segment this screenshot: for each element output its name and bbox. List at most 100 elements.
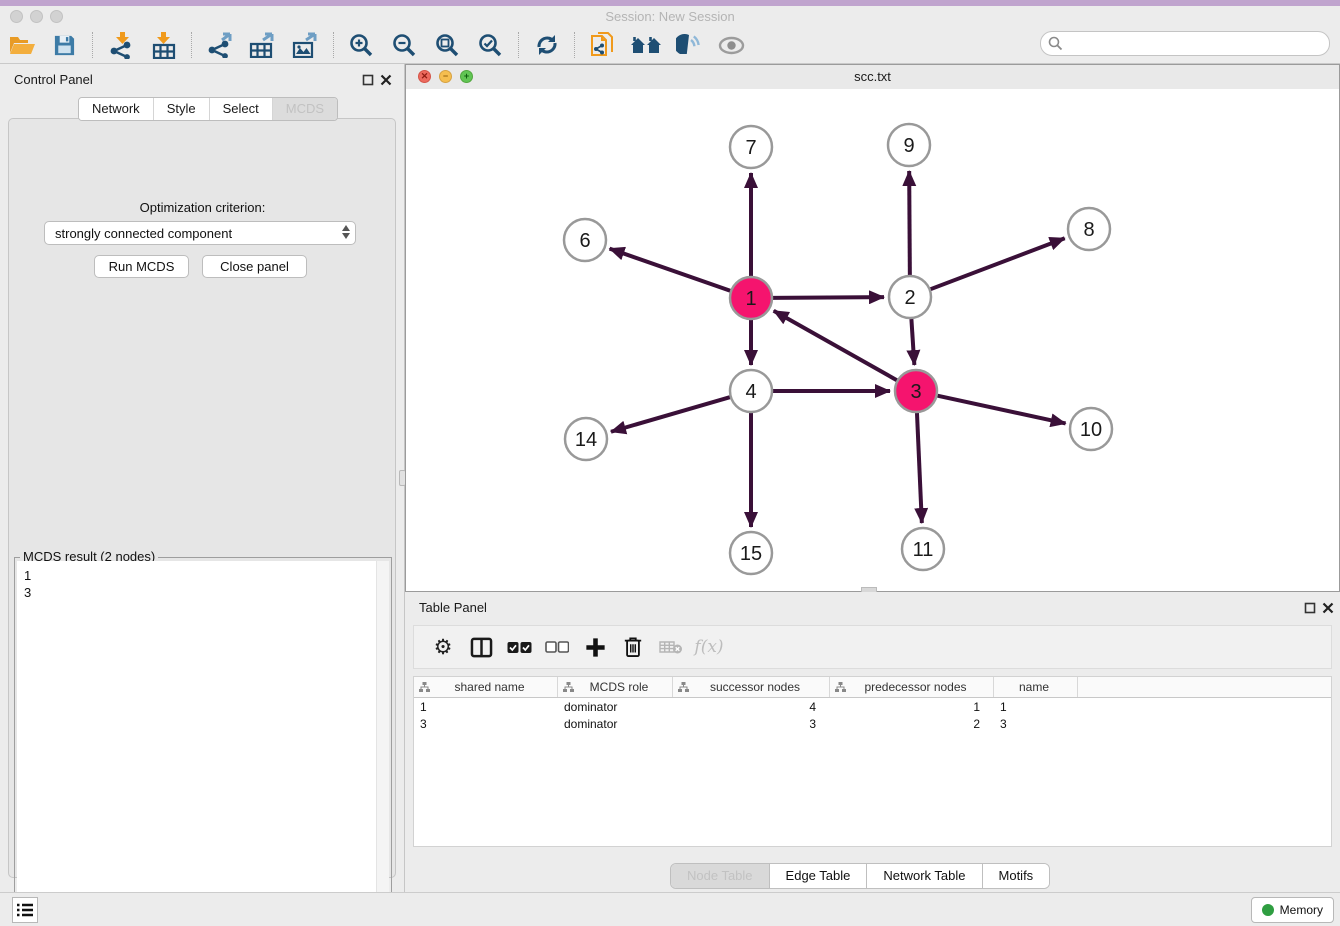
zoom-in-button[interactable]	[340, 29, 383, 61]
gear-icon: ⚙	[434, 637, 453, 658]
graph-edge-2-8[interactable]	[931, 238, 1065, 289]
save-session-button[interactable]	[43, 29, 86, 61]
graph-node-label: 2	[904, 287, 915, 309]
tab-motifs[interactable]: Motifs	[982, 864, 1050, 888]
network-window-title: scc.txt	[406, 65, 1339, 89]
task-history-button[interactable]	[12, 897, 38, 923]
graph-node-label: 6	[579, 230, 590, 252]
memory-label: Memory	[1280, 903, 1323, 917]
table-row[interactable]: 1 dominator 4 1 1	[414, 698, 1331, 715]
memory-status-icon	[1262, 904, 1274, 916]
column-header-shared-name[interactable]: shared name	[414, 677, 558, 697]
node-table-header: shared name MCDS role successor nodes pr…	[414, 677, 1331, 698]
tab-node-table[interactable]: Node Table	[671, 864, 769, 888]
delete-button[interactable]	[614, 630, 652, 664]
criterion-dropdown-value: strongly connected component	[55, 226, 232, 241]
zoom-selected-icon	[478, 33, 503, 58]
graph-edge-2-3[interactable]	[911, 319, 914, 365]
new-network-from-file-icon	[590, 32, 615, 59]
graph-node-label: 7	[745, 137, 756, 159]
new-network-from-file-button[interactable]	[581, 29, 624, 61]
tab-style[interactable]: Style	[153, 98, 209, 120]
export-network-icon	[206, 32, 233, 58]
close-table-panel-icon[interactable]	[1322, 601, 1334, 619]
import-network-button[interactable]	[99, 29, 142, 61]
home-view-button[interactable]	[624, 29, 667, 61]
memory-button[interactable]: Memory	[1251, 897, 1334, 923]
graph-node-label: 10	[1080, 419, 1102, 441]
network-window-titlebar[interactable]: ✕ − + scc.txt	[406, 65, 1339, 90]
cell-successor-nodes: 4	[673, 700, 830, 714]
chevron-up-down-icon	[342, 225, 350, 239]
search-icon	[1048, 36, 1063, 51]
delete-table-icon	[659, 639, 683, 655]
import-network-icon	[108, 32, 134, 59]
open-session-button[interactable]	[0, 29, 43, 61]
split-view-icon	[470, 637, 493, 658]
search-field[interactable]	[1040, 31, 1330, 56]
graph-node-label: 9	[903, 135, 914, 157]
select-all-checkboxes-icon	[507, 641, 532, 654]
close-panel-icon[interactable]	[380, 73, 392, 91]
function-builder-button[interactable]: f(x)	[690, 630, 728, 664]
export-image-button[interactable]	[284, 29, 327, 61]
application-window: Session: New Session	[0, 0, 1340, 926]
run-mcds-button[interactable]: Run MCDS	[94, 255, 189, 278]
eye-icon	[718, 36, 745, 55]
column-header-predecessor-nodes[interactable]: predecessor nodes	[830, 677, 994, 697]
float-panel-icon[interactable]	[362, 73, 374, 91]
open-session-icon	[8, 33, 36, 57]
visual-style-button[interactable]	[667, 29, 710, 61]
split-view-button[interactable]	[462, 630, 500, 664]
graph-node-label: 8	[1083, 219, 1094, 241]
graph-edge-1-6[interactable]	[610, 249, 731, 291]
network-graph[interactable]: 7968124314101511	[406, 89, 1339, 591]
tab-network[interactable]: Network	[79, 98, 153, 120]
mcds-result-list: 1 3	[17, 561, 389, 926]
column-header-mcds-role[interactable]: MCDS role	[558, 677, 673, 697]
eye-button[interactable]	[710, 29, 753, 61]
graph-edge-2-9[interactable]	[909, 171, 910, 275]
tab-mcds[interactable]: MCDS	[272, 98, 337, 120]
column-type-icon	[419, 682, 430, 692]
export-table-button[interactable]	[241, 29, 284, 61]
column-header-successor-nodes[interactable]: successor nodes	[673, 677, 830, 697]
clear-checkboxes-button[interactable]	[538, 630, 576, 664]
import-table-button[interactable]	[142, 29, 185, 61]
node-table: shared name MCDS role successor nodes pr…	[413, 676, 1332, 847]
tab-network-table[interactable]: Network Table	[866, 864, 981, 888]
gear-button[interactable]: ⚙	[424, 630, 462, 664]
toolbar-separator	[92, 32, 93, 58]
table-row[interactable]: 3 dominator 3 2 3	[414, 715, 1331, 732]
import-table-icon	[151, 32, 177, 59]
result-scrollbar[interactable]	[376, 561, 389, 926]
control-panel-title: Control Panel	[14, 72, 93, 87]
graph-edge-4-14[interactable]	[611, 397, 730, 432]
add-column-button[interactable]	[576, 630, 614, 664]
result-line: 1	[17, 567, 389, 584]
float-table-panel-icon[interactable]	[1304, 601, 1316, 619]
zoom-out-button[interactable]	[383, 29, 426, 61]
graph-edge-1-2[interactable]	[773, 297, 884, 298]
column-header-name[interactable]: name	[994, 677, 1078, 697]
delete-table-button[interactable]	[652, 630, 690, 664]
select-all-checkboxes-button[interactable]	[500, 630, 538, 664]
graph-edge-3-10[interactable]	[937, 396, 1065, 424]
zoom-selected-button[interactable]	[469, 29, 512, 61]
tab-select[interactable]: Select	[209, 98, 272, 120]
zoom-fit-button[interactable]	[426, 29, 469, 61]
refresh-icon	[535, 33, 559, 57]
tab-edge-table[interactable]: Edge Table	[769, 864, 867, 888]
graph-edge-3-11[interactable]	[917, 413, 922, 523]
criterion-dropdown[interactable]: strongly connected component	[44, 221, 356, 245]
graph-edge-3-1[interactable]	[774, 311, 897, 380]
export-network-button[interactable]	[198, 29, 241, 61]
refresh-button[interactable]	[525, 29, 568, 61]
search-input[interactable]	[1067, 33, 1321, 54]
home-view-icon	[631, 34, 661, 56]
cell-mcds-role: dominator	[558, 700, 673, 714]
toolbar-separator	[574, 32, 575, 58]
save-session-icon	[53, 34, 76, 57]
column-type-icon	[563, 682, 574, 692]
close-panel-button[interactable]: Close panel	[202, 255, 307, 278]
